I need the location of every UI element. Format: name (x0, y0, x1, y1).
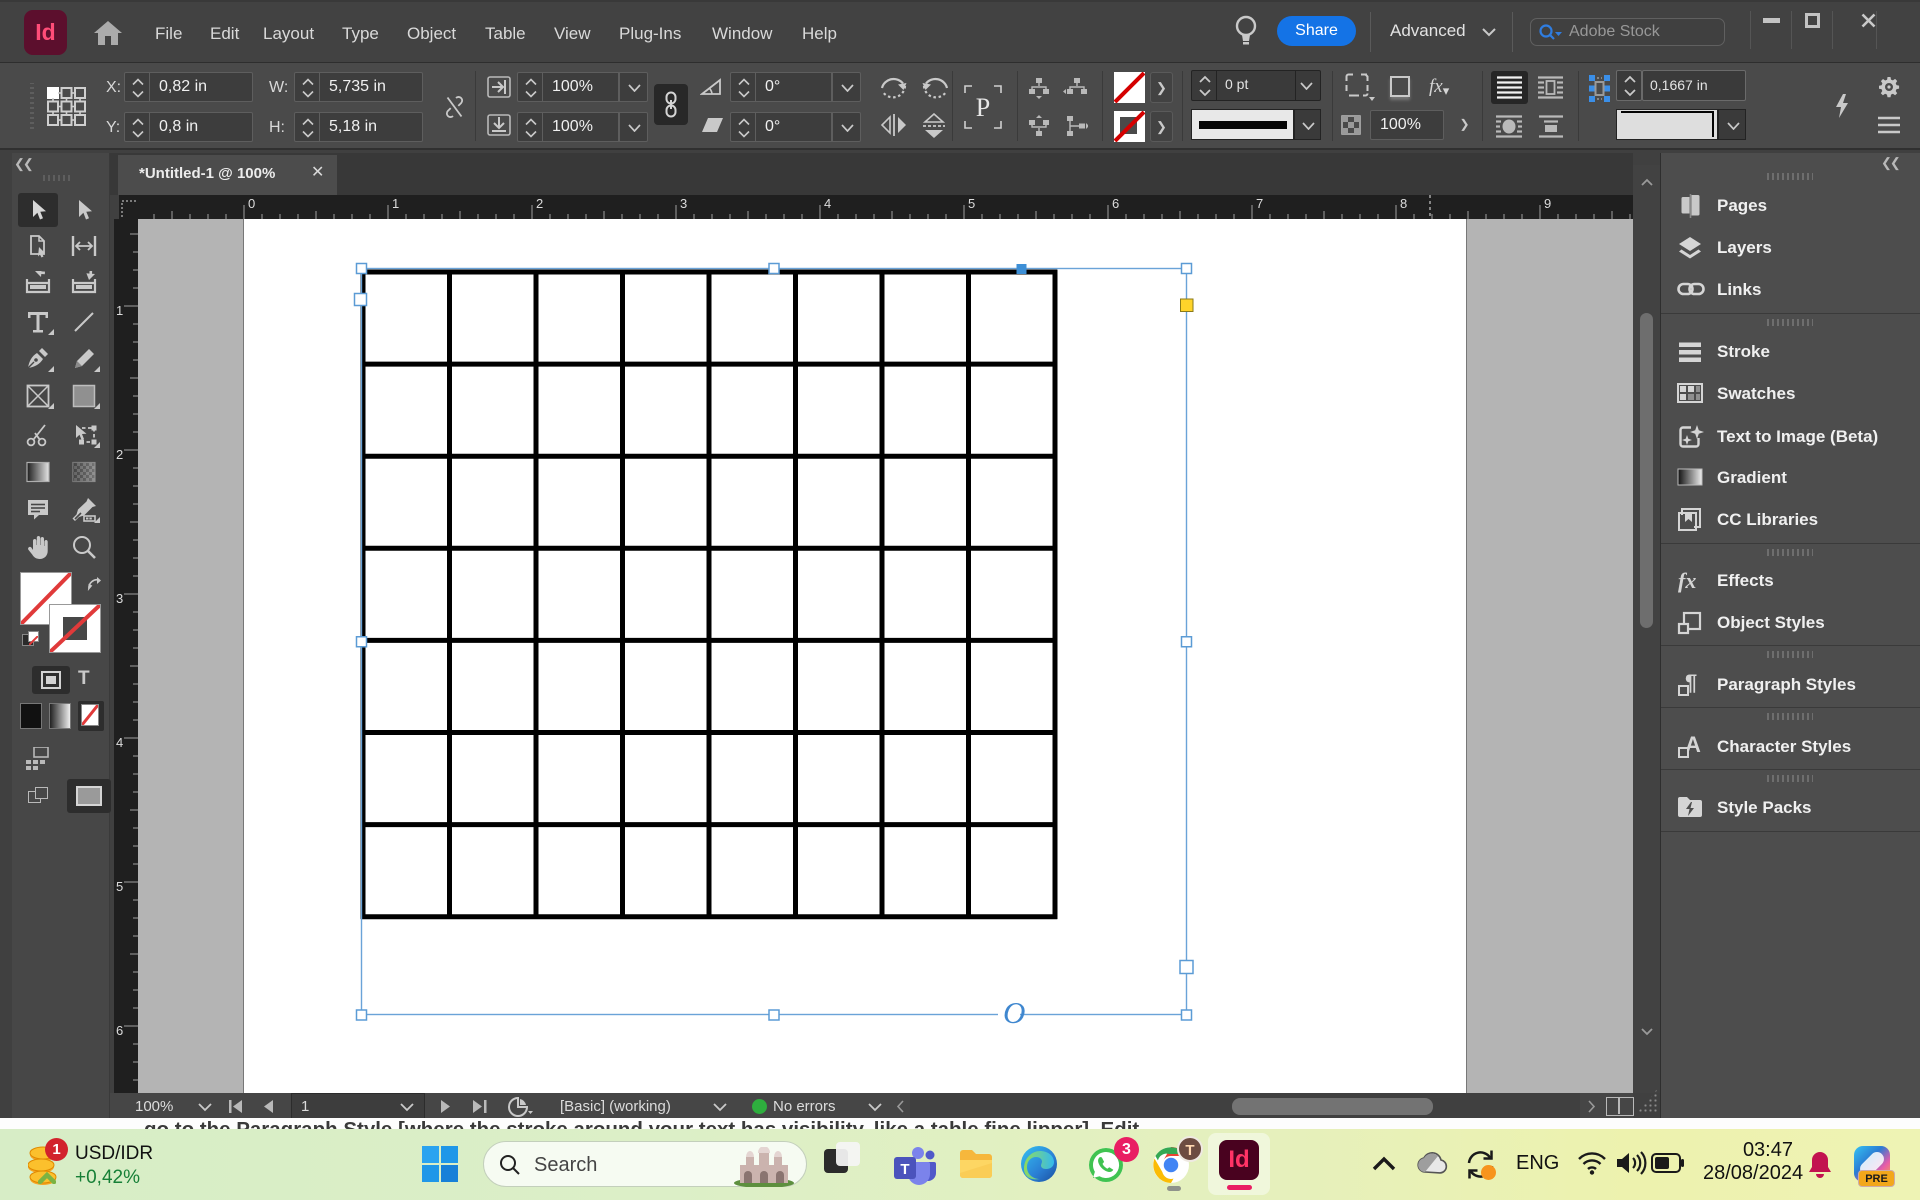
svg-text:4: 4 (116, 735, 123, 750)
svg-text:P: P (976, 93, 990, 122)
svg-text:O: O (1003, 995, 1025, 1030)
svg-text:1: 1 (116, 303, 123, 318)
svg-text:0: 0 (248, 196, 255, 211)
svg-text:1: 1 (392, 196, 399, 211)
svg-text:fx: fx (1678, 568, 1696, 593)
svg-text:9: 9 (1544, 196, 1551, 211)
svg-text:3: 3 (680, 196, 687, 211)
svg-text:4: 4 (824, 196, 831, 211)
svg-text:5: 5 (968, 196, 975, 211)
svg-text:3: 3 (116, 591, 123, 606)
svg-text:2: 2 (116, 447, 123, 462)
svg-text:T: T (900, 1161, 909, 1178)
svg-text:6: 6 (1112, 196, 1119, 211)
svg-text:6: 6 (116, 1023, 123, 1038)
svg-text:5: 5 (116, 879, 123, 894)
svg-text:2: 2 (536, 196, 543, 211)
svg-text:8: 8 (1400, 196, 1407, 211)
svg-text:7: 7 (1256, 196, 1263, 211)
